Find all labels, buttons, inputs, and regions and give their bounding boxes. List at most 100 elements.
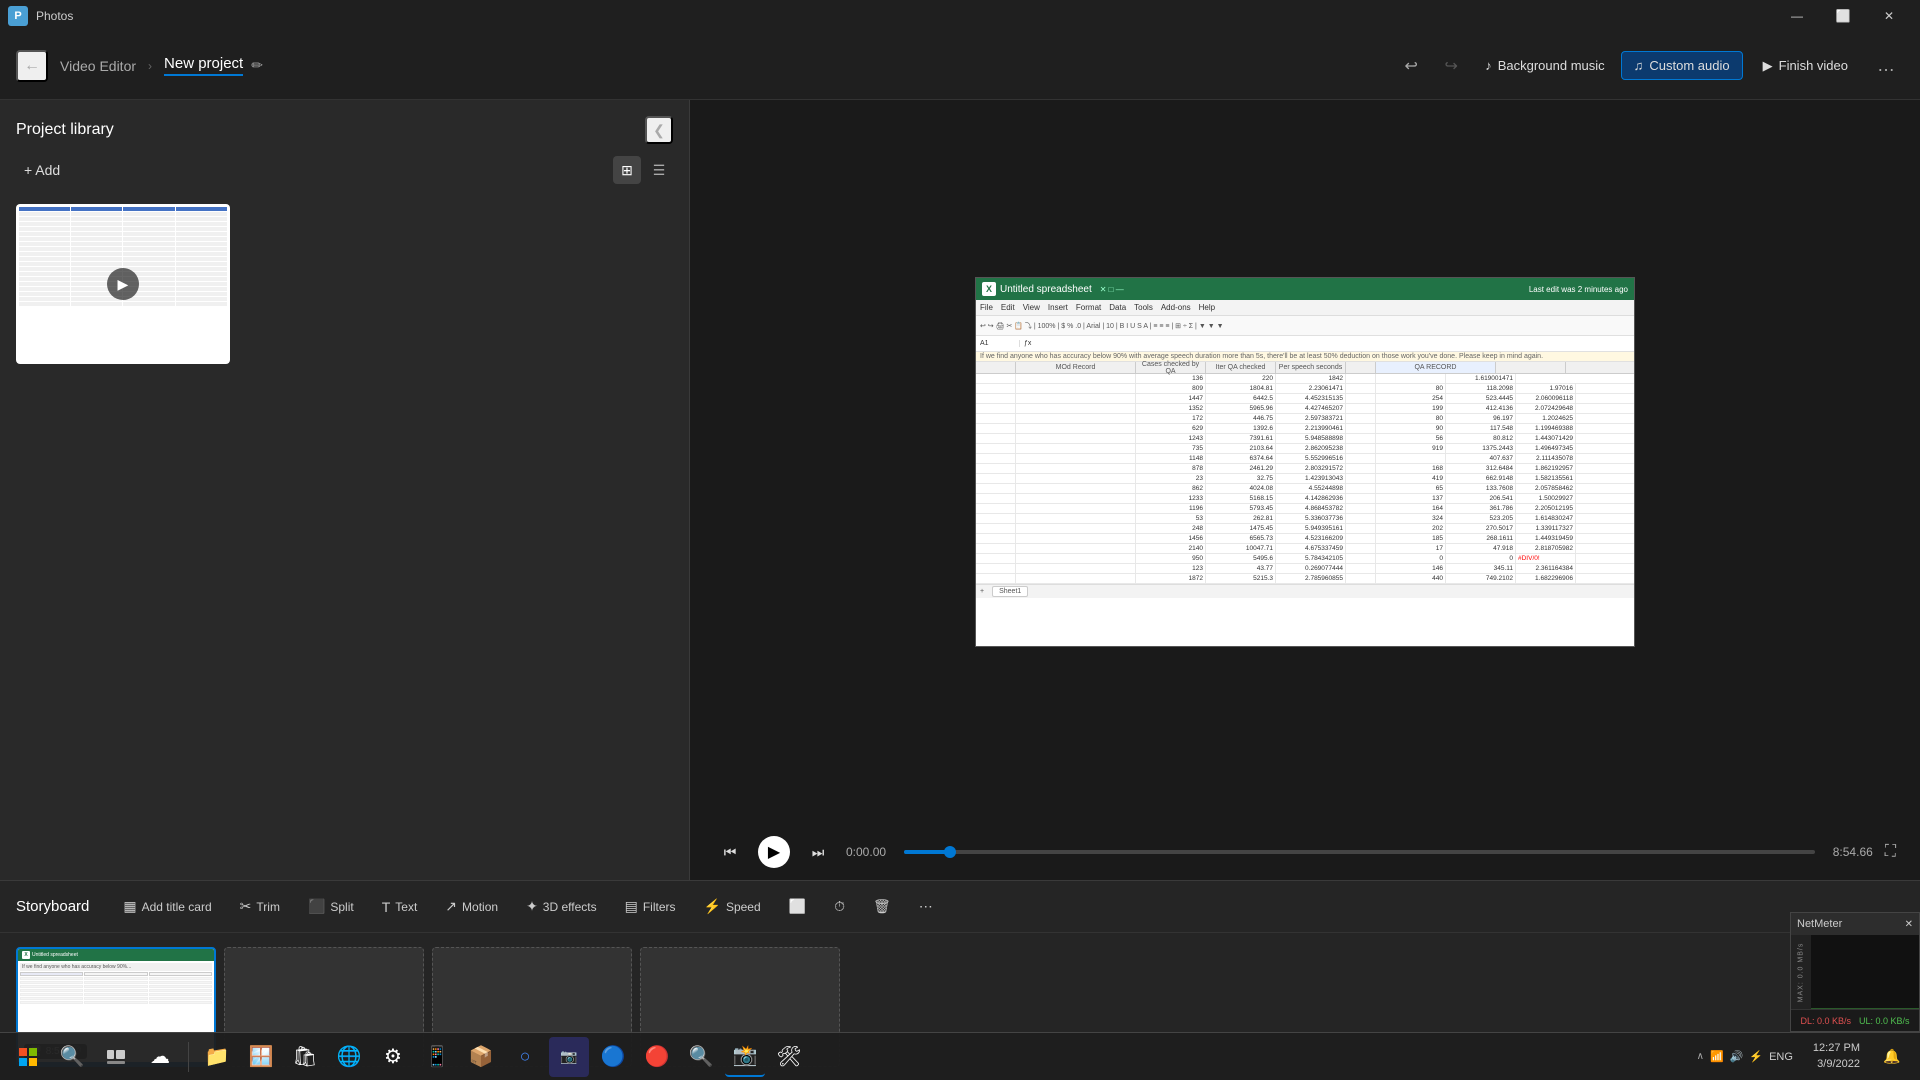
redo-button[interactable]: ↪ (1433, 48, 1469, 84)
menu-data[interactable]: Data (1109, 303, 1126, 312)
table-row: 2481475.455.949395161202270.50171.339117… (976, 524, 1634, 534)
table-row: 214010047.714.6753374591747.9182.8187059… (976, 544, 1634, 554)
text-button[interactable]: T Text (372, 894, 428, 920)
taskbar-tool-icon[interactable]: 🛠 (769, 1037, 809, 1077)
taskbar-photos2-icon[interactable]: 📸 (725, 1037, 765, 1077)
trim-button[interactable]: ✂ Trim (230, 893, 290, 920)
collapse-library-button[interactable]: ❮ (645, 116, 673, 144)
more-options-button[interactable]: … (1868, 48, 1904, 84)
motion-button[interactable]: ↗ Motion (435, 893, 508, 920)
grid-view-button[interactable]: ⊞ (613, 156, 641, 184)
taskbar-dropbox-icon[interactable]: 📦 (461, 1037, 501, 1077)
clock[interactable]: 12:27 PM 3/9/2022 (1805, 1041, 1868, 1072)
taskbar-app2-icon[interactable]: 🔵 (593, 1037, 633, 1077)
ss-formula-bar: A1 ƒx (976, 336, 1634, 352)
filters-icon: ▤ (625, 898, 638, 915)
ss-app-icon: X (982, 282, 996, 296)
edit-project-name-icon[interactable]: ✏ (251, 57, 263, 74)
speed-button[interactable]: ⚡ Speed (694, 893, 771, 920)
add-title-card-button[interactable]: ▦ Add title card (113, 893, 221, 920)
ss-formula-content: ƒx (1024, 340, 1031, 347)
netmeter-graph (1811, 935, 1919, 1009)
taskbar-magnify-icon[interactable]: 🔍 (681, 1037, 721, 1077)
timeline-track[interactable] (904, 850, 1815, 854)
netmeter-close-button[interactable]: ✕ (1905, 919, 1913, 930)
ss-last-edit: Last edit was 2 minutes ago (1529, 285, 1628, 294)
taskbar-explorer-icon[interactable]: 📁 (197, 1037, 237, 1077)
more-storyboard-button[interactable]: ⋯ (909, 893, 943, 920)
rewind-button[interactable]: ⏮ (714, 836, 746, 868)
current-time: 0:00.00 (846, 845, 896, 859)
fast-forward-button[interactable]: ⏭ (802, 836, 834, 868)
speed-label: Speed (726, 900, 761, 914)
timeline-thumb[interactable] (944, 846, 956, 858)
ss-menu-bar: File Edit View Insert Format Data Tools … (976, 300, 1634, 316)
menu-view[interactable]: View (1023, 303, 1040, 312)
minimize-button[interactable]: — (1774, 0, 1820, 32)
clock-date: 3/9/2022 (1813, 1057, 1860, 1072)
filters-label: Filters (643, 900, 676, 914)
col-header-g (1496, 362, 1566, 373)
menu-format[interactable]: Format (1076, 303, 1101, 312)
3d-effects-button[interactable]: ✦ 3D effects (516, 893, 607, 920)
timer-button[interactable]: ⏱ (824, 893, 855, 920)
menu-help[interactable]: Help (1199, 303, 1215, 312)
preview-window: X Untitled spreadsheet ✕ □ — Last edit w… (975, 277, 1635, 647)
custom-audio-button[interactable]: ♫ Custom audio (1621, 51, 1743, 80)
crop-button[interactable]: ⬜ (779, 893, 816, 920)
back-button[interactable]: ← (16, 50, 48, 82)
table-row: 2332.751.423913043419662.91481.582135561 (976, 474, 1634, 484)
add-title-card-icon: ▦ (123, 898, 136, 915)
preview-content: X Untitled spreadsheet ✕ □ — Last edit w… (690, 100, 1920, 824)
ss-title: Untitled spreadsheet (1000, 284, 1092, 295)
list-view-button[interactable]: ☰ (645, 156, 673, 184)
finish-video-button[interactable]: ▶ Finish video (1747, 52, 1864, 80)
close-button[interactable]: ✕ (1866, 0, 1912, 32)
notification-button[interactable]: 🔔 (1872, 1037, 1912, 1077)
taskbar-settings-icon[interactable]: ⚙ (373, 1037, 413, 1077)
tray-chevron[interactable]: ∧ (1697, 1051, 1704, 1062)
table-row: 8091804.812.2306147180118.20981.97016 (976, 384, 1634, 394)
delete-icon: 🗑 (873, 898, 891, 915)
fullscreen-button[interactable]: ⛶ (1885, 843, 1896, 861)
search-button[interactable]: 🔍 (52, 1037, 92, 1077)
motion-icon: ↗ (445, 898, 457, 915)
taskbar-browser2-icon[interactable]: 🔴 (637, 1037, 677, 1077)
taskbar-phone-icon[interactable]: 📱 (417, 1037, 457, 1077)
taskbar-edge-icon[interactable]: 🌐 (329, 1037, 369, 1077)
table-row: 8624024.084.5524489865133.76082.05785846… (976, 484, 1634, 494)
taskbar-chrome-icon[interactable]: ○ (505, 1037, 545, 1077)
taskbar-photos-icon[interactable]: 📷 (549, 1037, 589, 1077)
task-view-button[interactable] (96, 1037, 136, 1077)
widgets-button[interactable]: ☁ (140, 1037, 180, 1077)
trim-label: Trim (256, 900, 280, 914)
filters-button[interactable]: ▤ Filters (615, 893, 686, 920)
more-storyboard-icon: ⋯ (919, 898, 933, 915)
media-item[interactable]: ▶ (16, 204, 230, 364)
taskbar-windows-icon[interactable]: 🪟 (241, 1037, 281, 1077)
storyboard-title: Storyboard (16, 898, 89, 915)
add-media-button[interactable]: + Add (16, 158, 68, 182)
delete-clip-button[interactable]: 🗑 (863, 893, 901, 920)
background-music-button[interactable]: ♪ Background music (1473, 52, 1616, 79)
maximize-button[interactable]: ⬜ (1820, 0, 1866, 32)
split-button[interactable]: ⬛ Split (298, 893, 364, 920)
menu-tools[interactable]: Tools (1134, 303, 1153, 312)
netmeter-upload: UL: 0.0 KB/s (1859, 1016, 1910, 1026)
titlebar-title: Photos (36, 9, 73, 23)
add-sheet-icon[interactable]: + (980, 588, 984, 595)
table-row: 12437391.615.9485888985680.8121.44307142… (976, 434, 1634, 444)
play-button[interactable]: ▶ (758, 836, 790, 868)
menu-file[interactable]: File (980, 303, 993, 312)
start-button[interactable] (8, 1037, 48, 1077)
menu-addons[interactable]: Add-ons (1161, 303, 1191, 312)
taskbar-ms-store-icon[interactable]: 🛍 (285, 1037, 325, 1077)
tray-volume-icon[interactable]: 🔊 (1730, 1050, 1744, 1063)
netmeter-title: NetMeter (1797, 918, 1842, 930)
sheet-tab[interactable]: Sheet1 (992, 586, 1028, 597)
menu-insert[interactable]: Insert (1048, 303, 1068, 312)
undo-button[interactable]: ↩ (1393, 48, 1429, 84)
menu-edit[interactable]: Edit (1001, 303, 1015, 312)
playback-controls: ⏮ ▶ ⏭ 0:00.00 8:54.66 ⛶ (690, 824, 1920, 880)
netmeter-body: MAX: 0.0 MB/s (1791, 935, 1919, 1009)
